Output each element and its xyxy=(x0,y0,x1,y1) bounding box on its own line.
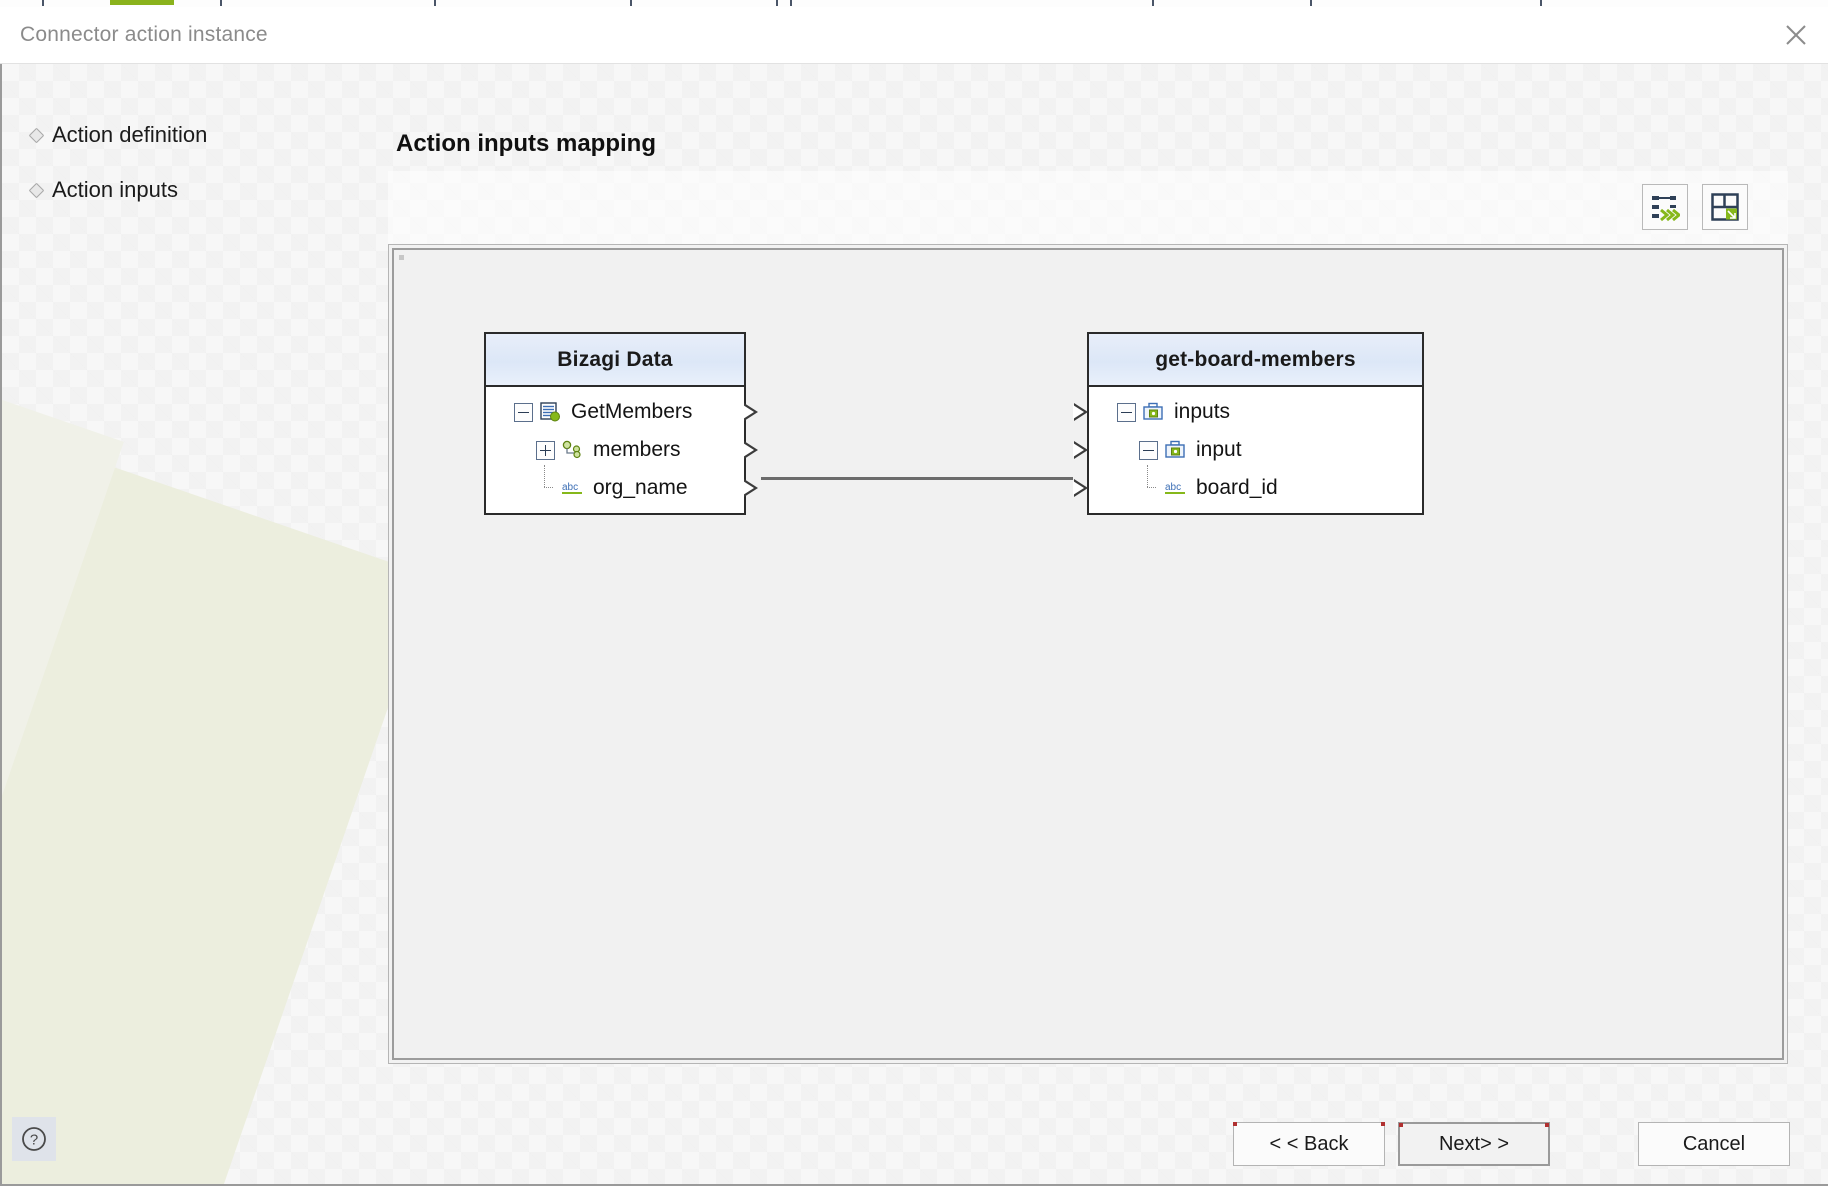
ribbon-tick xyxy=(1540,0,1542,6)
sidebar-item-label: Action inputs xyxy=(52,177,178,203)
cancel-button-label: Cancel xyxy=(1683,1133,1745,1156)
tree-row-org-name[interactable]: abc org_name xyxy=(486,469,744,507)
next-button[interactable]: Next> > xyxy=(1398,1122,1550,1166)
close-button[interactable] xyxy=(1764,7,1828,63)
target-node-title: get-board-members xyxy=(1089,334,1422,387)
tree-row-getmembers[interactable]: GetMembers xyxy=(486,393,744,431)
briefcase-icon xyxy=(1142,401,1167,423)
title-bar: Connector action instance xyxy=(0,7,1828,64)
ribbon-tick xyxy=(1152,0,1154,6)
mapping-panel: Bizagi Data xyxy=(388,171,1788,1064)
diamond-bullet-icon xyxy=(30,129,43,142)
tree-connector-icon xyxy=(536,479,555,498)
output-port[interactable] xyxy=(744,403,758,421)
tree-row-inputs[interactable]: inputs xyxy=(1089,393,1422,431)
svg-text:abc: abc xyxy=(562,482,578,493)
wizard-step-sidebar: Action definition Action inputs xyxy=(30,122,320,232)
mapping-toolbar xyxy=(388,171,1788,244)
next-button-label: Next> > xyxy=(1439,1133,1509,1156)
input-port[interactable] xyxy=(1074,403,1088,421)
tree-row-label: GetMembers xyxy=(571,400,692,424)
window-title: Connector action instance xyxy=(20,23,268,47)
collapse-expander-icon[interactable] xyxy=(514,403,533,422)
tree-row-label: org_name xyxy=(593,476,688,500)
back-button-label: < < Back xyxy=(1270,1133,1349,1156)
ribbon-tick xyxy=(790,0,792,6)
ribbon-tick xyxy=(42,0,44,6)
dialog-content: Action definition Action inputs Action i… xyxy=(2,64,1828,1186)
connector-action-instance-dialog: Connector action instance Action definit… xyxy=(0,0,1828,1186)
ribbon-tick xyxy=(434,0,436,6)
back-button[interactable]: < < Back xyxy=(1233,1122,1385,1166)
tree-row-label: input xyxy=(1196,438,1242,462)
entity-icon xyxy=(539,401,564,423)
abc-string-icon: abc xyxy=(561,477,586,499)
svg-text:abc: abc xyxy=(1165,482,1181,493)
close-icon xyxy=(1783,22,1809,48)
target-node-get-board-members[interactable]: get-board-members xyxy=(1087,332,1424,515)
abc-string-icon: abc xyxy=(1164,477,1189,499)
target-node-rows: inputs xyxy=(1089,387,1422,513)
input-port[interactable] xyxy=(1074,479,1088,497)
tree-row-label: members xyxy=(593,438,681,462)
help-icon: ? xyxy=(20,1125,48,1153)
background-watermark-band xyxy=(2,214,124,1186)
source-node-bizagi-data[interactable]: Bizagi Data xyxy=(484,332,746,515)
ribbon-tick xyxy=(220,0,222,6)
tree-connector-icon xyxy=(1139,479,1158,498)
mapping-connection-line[interactable] xyxy=(761,477,1073,480)
ribbon-tick-active xyxy=(110,0,174,5)
source-node-rows: GetMembers xyxy=(486,387,744,513)
diamond-bullet-icon xyxy=(30,184,43,197)
fit-layout-icon xyxy=(1710,192,1740,222)
ribbon-tick xyxy=(630,0,632,6)
background-watermark-band xyxy=(2,284,433,1186)
ribbon-tick xyxy=(1310,0,1312,6)
auto-map-icon xyxy=(1650,192,1680,222)
tree-row-label: board_id xyxy=(1196,476,1278,500)
tree-row-label: inputs xyxy=(1174,400,1230,424)
page-title: Action inputs mapping xyxy=(396,130,656,158)
collection-icon xyxy=(561,439,586,461)
canvas-origin-marker xyxy=(399,255,404,260)
collapse-expander-icon[interactable] xyxy=(1117,403,1136,422)
ribbon-tick xyxy=(776,0,778,6)
expand-expander-icon[interactable] xyxy=(536,441,555,460)
tree-row-members[interactable]: members xyxy=(486,431,744,469)
output-port[interactable] xyxy=(744,441,758,459)
fit-layout-button[interactable] xyxy=(1702,184,1748,230)
mapping-canvas[interactable]: Bizagi Data xyxy=(392,248,1784,1060)
dialog-footer: ? < < Back Next> > Cancel xyxy=(4,1110,1828,1186)
tree-row-board-id[interactable]: abc board_id xyxy=(1089,469,1422,507)
svg-text:?: ? xyxy=(30,1132,38,1149)
auto-map-button[interactable] xyxy=(1642,184,1688,230)
output-port[interactable] xyxy=(744,479,758,497)
input-port[interactable] xyxy=(1074,441,1088,459)
help-button[interactable]: ? xyxy=(12,1117,56,1161)
tree-row-input[interactable]: input xyxy=(1089,431,1422,469)
cancel-button[interactable]: Cancel xyxy=(1638,1122,1790,1166)
briefcase-icon xyxy=(1164,439,1189,461)
collapse-expander-icon[interactable] xyxy=(1139,441,1158,460)
source-node-title: Bizagi Data xyxy=(486,334,744,387)
sidebar-item-label: Action definition xyxy=(52,122,207,148)
sidebar-item-action-inputs[interactable]: Action inputs xyxy=(30,177,320,203)
mapping-canvas-frame: Bizagi Data xyxy=(388,244,1788,1064)
sidebar-item-action-definition[interactable]: Action definition xyxy=(30,122,320,148)
